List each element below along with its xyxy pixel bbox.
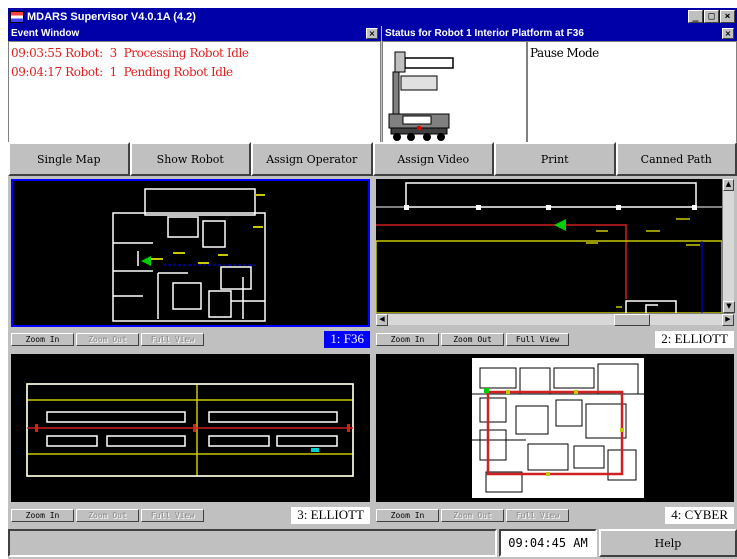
horizontal-scrollbar[interactable]: ◀ ▶ (376, 313, 734, 326)
status-window-title: Status for Robot 1 Interior Platform at … (385, 28, 584, 39)
window-title: MDARS Supervisor V4.0.1A (4.2) (27, 11, 196, 23)
map-label: 1: F36 (324, 330, 370, 348)
robot-status-text: Pause Mode (527, 41, 737, 143)
single-map-button[interactable]: Single Map (8, 142, 130, 176)
assign-operator-button[interactable]: Assign Operator (251, 142, 373, 176)
full-view-button[interactable]: Full View (506, 332, 569, 346)
maximize-icon[interactable]: □ (704, 10, 719, 23)
map-zoom-bar: Zoom In Zoom Out Full View 4: CYBER (376, 506, 734, 524)
event-log[interactable]: 09:03:55 Robot: 3 Processing Robot Idle … (8, 41, 381, 143)
map-canvas[interactable] (376, 354, 734, 502)
map-label: 4: CYBER (665, 506, 734, 524)
map-panel-1: Zoom In Zoom Out Full View 1: F36 (8, 176, 373, 351)
zoom-in-button[interactable]: Zoom In (376, 508, 439, 522)
show-robot-button[interactable]: Show Robot (129, 142, 251, 176)
map-label: 3: ELLIOTT (291, 506, 370, 524)
map-panel-4: Zoom In Zoom Out Full View 4: CYBER (373, 351, 737, 527)
status-window-title-bar: Status for Robot 1 Interior Platform at … (382, 26, 737, 41)
floorplan (376, 182, 722, 313)
vertical-scrollbar[interactable]: ▲ ▼ (722, 179, 735, 313)
floorplan (112, 188, 266, 322)
scroll-thumb[interactable] (614, 314, 650, 326)
zoom-out-button: Zoom Out (76, 332, 139, 346)
robot-image (382, 41, 527, 143)
full-view-button: Full View (141, 508, 204, 522)
full-view-button: Full View (506, 508, 569, 522)
status-bar: 09:04:45 AM Help (8, 527, 737, 559)
canned-path-button[interactable]: Canned Path (615, 142, 737, 176)
zoom-in-button[interactable]: Zoom In (376, 332, 439, 346)
map-zoom-bar: Zoom In Zoom Out Full View 1: F36 (11, 330, 370, 348)
map-zoom-bar: Zoom In Zoom Out Full View 3: ELLIOTT (11, 506, 370, 524)
robot-mode: Pause Mode (530, 46, 599, 60)
scroll-down-icon[interactable]: ▼ (723, 301, 735, 313)
map-label: 2: ELLIOTT (655, 330, 734, 348)
command-toolbar: Single Map Show Robot Assign Operator As… (8, 142, 737, 176)
assign-video-button[interactable]: Assign Video (372, 142, 494, 176)
zoom-out-button[interactable]: Zoom Out (441, 332, 504, 346)
event-window-title: Event Window (11, 28, 80, 39)
event-line: 09:04:17 Robot: 1 Pending Robot Idle (11, 65, 233, 79)
status-close-icon[interactable]: × (722, 28, 734, 39)
print-button[interactable]: Print (494, 142, 616, 176)
zoom-out-button: Zoom Out (76, 508, 139, 522)
full-view-button: Full View (141, 332, 204, 346)
robot-icon (388, 51, 454, 141)
event-line: 09:03:55 Robot: 3 Processing Robot Idle (11, 46, 249, 60)
minimize-icon[interactable]: _ (688, 10, 703, 23)
floorplan (472, 358, 644, 498)
title-bar[interactable]: MDARS Supervisor V4.0.1A (4.2) _ □ × (8, 8, 737, 26)
map-zoom-bar: Zoom In Zoom Out Full View 2: ELLIOTT (376, 330, 734, 348)
close-icon[interactable]: × (720, 10, 735, 23)
zoom-out-button: Zoom Out (441, 508, 504, 522)
clock: 09:04:45 AM (499, 529, 597, 557)
scroll-left-icon[interactable]: ◀ (376, 314, 388, 326)
map-canvas[interactable] (11, 354, 370, 502)
zoom-in-button[interactable]: Zoom In (11, 332, 74, 346)
scroll-right-icon[interactable]: ▶ (722, 314, 734, 326)
zoom-in-button[interactable]: Zoom In (11, 508, 74, 522)
app-icon (10, 11, 24, 23)
map-panel-2: ▲ ▼ ◀ ▶ Zoom In Zoom Out Full View 2: EL… (373, 176, 737, 351)
floorplan (26, 383, 354, 477)
window-controls: _ □ × (688, 10, 735, 23)
event-close-icon[interactable]: × (366, 28, 378, 39)
map-panel-3: Zoom In Zoom Out Full View 3: ELLIOTT (8, 351, 373, 527)
map-canvas[interactable] (376, 179, 722, 313)
supervisor-window: MDARS Supervisor V4.0.1A (4.2) _ □ × Eve… (8, 8, 737, 559)
scroll-up-icon[interactable]: ▲ (723, 179, 734, 191)
map-canvas[interactable] (11, 179, 370, 327)
status-message (8, 529, 497, 557)
event-window-title-bar: Event Window × (8, 26, 381, 41)
help-button[interactable]: Help (599, 529, 737, 557)
